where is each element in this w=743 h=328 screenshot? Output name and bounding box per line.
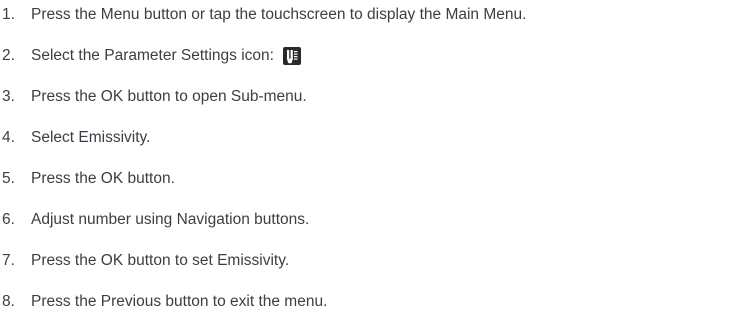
step-text: Press the OK button to set Emissivity.	[31, 252, 290, 269]
parameter-settings-thermometer-icon	[282, 47, 301, 65]
step-text: Press the OK button to open Sub-menu.	[31, 88, 307, 105]
step-7: 7. Press the OK button to set Emissivity…	[0, 249, 289, 273]
step-number: 3.	[2, 88, 15, 105]
step-1: 1. Press the Menu button or tap the touc…	[0, 3, 526, 27]
step-number: 5.	[2, 170, 15, 187]
step-text: Adjust number using Navigation buttons.	[31, 211, 310, 228]
step-number: 7.	[2, 252, 15, 269]
step-number: 1.	[2, 6, 15, 23]
step-5: 5. Press the OK button.	[0, 167, 175, 191]
step-text: Press the Previous button to exit the me…	[31, 293, 328, 310]
step-4: 4. Select Emissivity.	[0, 126, 150, 150]
step-number: 8.	[2, 293, 15, 310]
step-3: 3. Press the OK button to open Sub-menu.	[0, 85, 307, 109]
step-2: 2. Select the Parameter Settings icon:	[0, 44, 301, 68]
step-number: 2.	[2, 47, 15, 64]
step-8: 8. Press the Previous button to exit the…	[0, 290, 327, 314]
step-text: Select the Parameter Settings icon:	[31, 47, 274, 64]
step-text: Select Emissivity.	[31, 129, 151, 146]
step-number: 4.	[2, 129, 15, 146]
step-text: Press the Menu button or tap the touchsc…	[31, 6, 527, 23]
step-text: Press the OK button.	[31, 170, 175, 187]
step-number: 6.	[2, 211, 15, 228]
step-6: 6. Adjust number using Navigation button…	[0, 208, 309, 232]
